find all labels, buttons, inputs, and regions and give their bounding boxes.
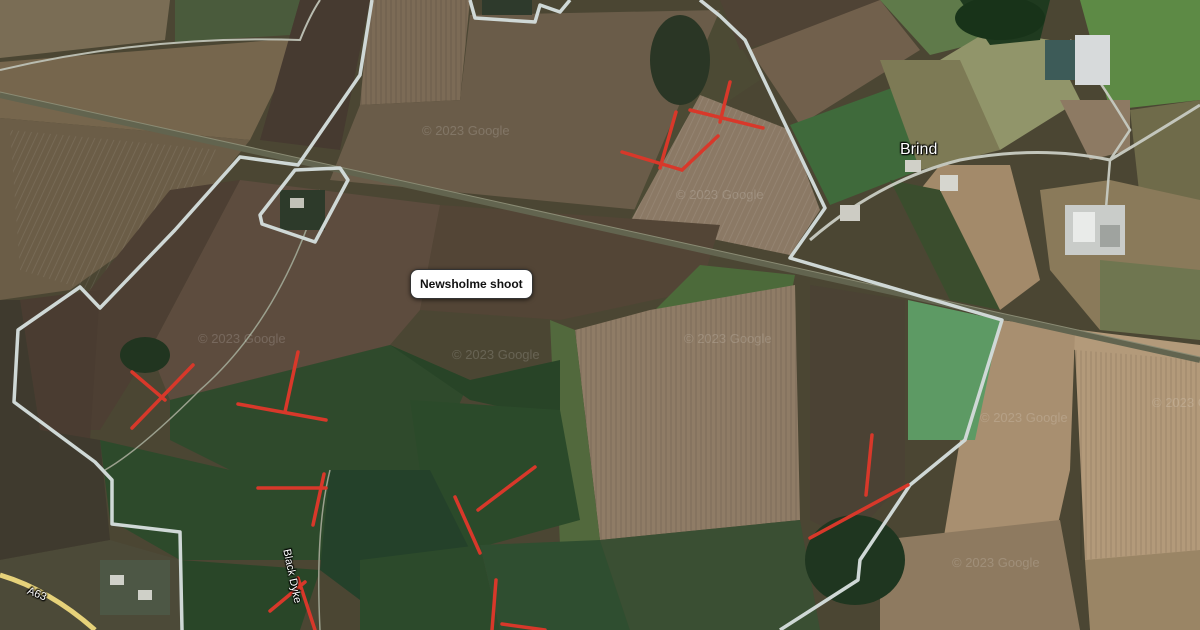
building [1073, 212, 1095, 242]
field [360, 545, 500, 630]
building [290, 198, 304, 208]
map-watermark: © 2023 Google [452, 347, 540, 362]
map-watermark: © 2023 Google [980, 410, 1068, 425]
map-watermark: © 2023 Google [676, 187, 764, 202]
map-watermark: © 2023 Google [422, 123, 510, 138]
building [1045, 40, 1080, 80]
field [1085, 550, 1200, 630]
building [1100, 225, 1120, 247]
building [1075, 35, 1110, 85]
building [100, 560, 170, 615]
map-watermark: © 2023 Google [952, 555, 1040, 570]
field [360, 0, 470, 105]
building [110, 575, 124, 585]
field [1075, 350, 1200, 560]
building [905, 160, 921, 172]
map-watermark: © 2023 Google [198, 331, 286, 346]
field [1130, 100, 1200, 200]
building [138, 590, 152, 600]
building [482, 0, 532, 15]
field [1100, 260, 1200, 340]
woodland [120, 337, 170, 373]
building [280, 190, 325, 230]
woodland [805, 515, 905, 605]
map-watermark: © 2023 Google [684, 331, 772, 346]
place-label-brind: Brind [900, 141, 938, 158]
map-imagery [0, 0, 1200, 630]
map-watermark: © 2023 Google [1152, 395, 1200, 410]
woodland [650, 15, 710, 105]
building [940, 175, 958, 191]
building [840, 205, 860, 221]
satellite-map[interactable]: © 2023 Google © 2023 Google © 2023 Googl… [0, 0, 1200, 630]
shoot-name-callout[interactable]: Newsholme shoot [410, 269, 533, 299]
field [575, 285, 800, 540]
